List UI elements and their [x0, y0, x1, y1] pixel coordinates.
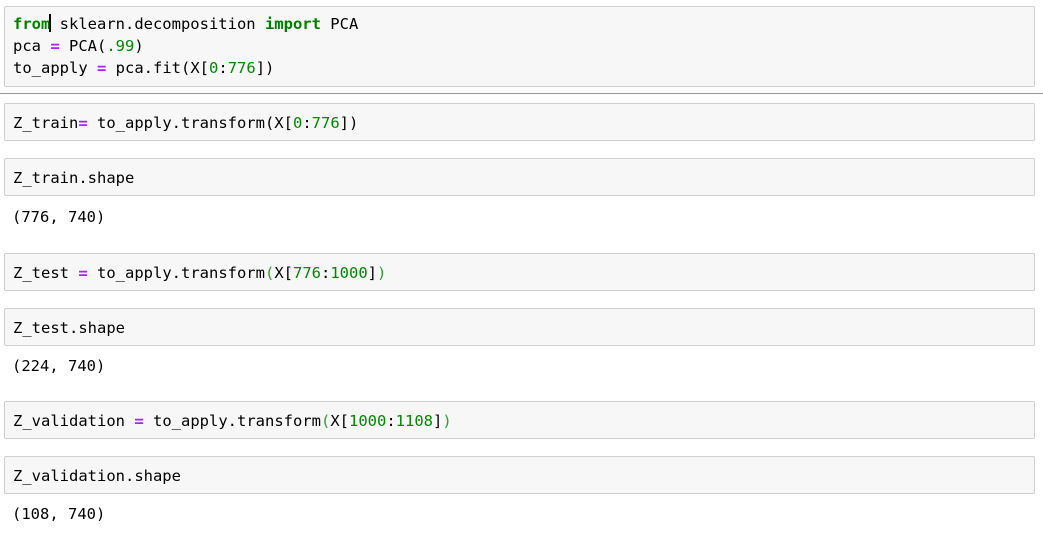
code-token: Z_validation.shape — [13, 467, 181, 485]
code-line[interactable]: from sklearn.decomposition import PCA — [13, 13, 358, 35]
code-token: ] — [367, 264, 378, 282]
code-token: 1000 — [349, 412, 387, 430]
cell-5-output: (224, 740) — [12, 357, 106, 375]
cell-7-output: (108, 740) — [12, 505, 106, 523]
selected-cell-divider — [0, 93, 1043, 94]
code-token: : — [386, 412, 396, 430]
code-token: 0 — [292, 114, 303, 132]
code-token: Z_validation — [13, 412, 135, 430]
code-token: = — [50, 37, 60, 55]
code-token: pca.fit(X[ — [106, 59, 209, 77]
code-token: : — [218, 59, 228, 77]
code-cell-6[interactable]: Z_validation = to_apply.transform(X[1000… — [4, 401, 1035, 439]
code-line[interactable]: Z_validation.shape — [13, 465, 181, 487]
code-token: ( — [264, 264, 275, 282]
code-token: 776 — [227, 59, 256, 77]
code-token: to_apply.transform — [143, 412, 321, 430]
cell-3-output: (776, 740) — [12, 208, 106, 226]
code-token: import — [264, 15, 321, 33]
code-token: ) — [377, 264, 387, 282]
code-cell-4[interactable]: Z_test = to_apply.transform(X[776:1000]) — [4, 253, 1035, 291]
code-cell-5[interactable]: Z_test.shape — [4, 308, 1035, 346]
code-line[interactable]: pca = PCA(.99) — [13, 35, 144, 57]
code-cell-7[interactable]: Z_validation.shape — [4, 456, 1035, 494]
code-token: ) — [442, 412, 452, 430]
code-token: 1108 — [395, 412, 433, 430]
code-token: 0 — [209, 59, 219, 77]
code-token: ]) — [339, 114, 359, 132]
code-line[interactable]: Z_train.shape — [13, 167, 134, 189]
code-token: 776 — [293, 264, 321, 282]
code-token: = — [97, 59, 107, 77]
code-token: sklearn.decomposition — [50, 15, 265, 33]
code-cell-2[interactable]: Z_train= to_apply.transform(X[0:776]) — [4, 103, 1035, 141]
code-line[interactable]: Z_test = to_apply.transform(X[776:1000]) — [13, 262, 386, 284]
code-token: 776 — [311, 114, 340, 132]
code-token: from — [13, 15, 51, 33]
code-token: X[ — [274, 264, 293, 282]
code-token: PCA — [320, 15, 359, 33]
code-token: to_apply.transform — [87, 264, 265, 282]
code-cell-1[interactable]: from sklearn.decomposition import PCA pc… — [4, 6, 1035, 87]
code-token: Z_train.shape — [13, 169, 135, 187]
code-token: Z_test.shape — [13, 319, 125, 337]
code-token: to_apply.transform(X[ — [87, 114, 293, 132]
code-token: = — [134, 412, 144, 430]
code-token: : — [302, 114, 312, 132]
code-token: : — [321, 264, 331, 282]
code-line[interactable]: to_apply = pca.fit(X[0:776]) — [13, 57, 274, 79]
code-token: X[ — [330, 412, 349, 430]
code-token: ) — [134, 37, 144, 55]
code-token: ]) — [255, 59, 275, 77]
code-line[interactable]: Z_test.shape — [13, 317, 125, 339]
code-token: = — [78, 264, 88, 282]
code-token: 1000 — [330, 264, 368, 282]
code-cell-3[interactable]: Z_train.shape — [4, 158, 1035, 196]
code-line[interactable]: Z_train= to_apply.transform(X[0:776]) — [13, 112, 358, 134]
code-token: to_apply — [13, 59, 97, 77]
code-token: ] — [433, 412, 443, 430]
code-token: .99 — [106, 37, 135, 55]
code-token: Z_train — [13, 114, 79, 132]
code-line[interactable]: Z_validation = to_apply.transform(X[1000… — [13, 410, 452, 432]
code-token: = — [78, 114, 88, 132]
code-token: ( — [320, 412, 331, 430]
code-token: PCA( — [59, 37, 107, 55]
code-token: Z_test — [13, 264, 79, 282]
code-token: pca — [13, 37, 51, 55]
